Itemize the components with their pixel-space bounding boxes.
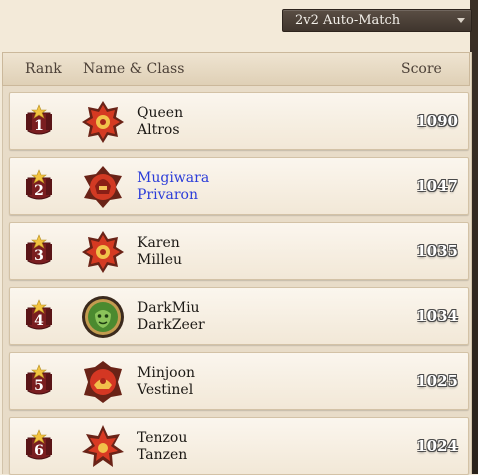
rank-number: 6 — [34, 443, 44, 459]
red-crest-emblem-icon — [84, 361, 122, 403]
player-class: DarkZeer — [137, 317, 205, 333]
rank-badge-icon: 4 — [26, 299, 52, 330]
player-info: Minjoon Vestinel — [137, 365, 195, 399]
player-score: 1035 — [416, 242, 458, 260]
player-score: 1034 — [416, 307, 458, 325]
chevron-down-icon — [457, 18, 465, 23]
player-info: Mugiwara Privaron — [137, 170, 209, 204]
rank-badge-icon: 6 — [26, 429, 52, 460]
player-info: Karen Milleu — [137, 235, 182, 269]
player-info: Queen Altros — [137, 105, 183, 139]
red-sun-emblem-icon — [82, 101, 124, 143]
player-name: Karen — [137, 235, 180, 251]
player-score: 1025 — [416, 372, 458, 390]
rank-badge-icon: 3 — [26, 234, 52, 265]
player-name: Tenzou — [137, 430, 188, 446]
rank-number: 5 — [34, 378, 44, 394]
player-score: 1090 — [416, 112, 458, 130]
player-name: Minjoon — [137, 365, 196, 381]
name-class-column-header: Name & Class — [83, 61, 185, 77]
rank-number: 2 — [34, 183, 44, 199]
green-face-emblem-icon — [82, 296, 124, 338]
score-column-header: Score — [401, 61, 442, 77]
rank-number: 3 — [34, 248, 44, 264]
red-star-emblem-icon — [82, 425, 124, 467]
player-name: Queen — [137, 105, 184, 121]
player-class: Tanzen — [137, 447, 188, 463]
ranking-row[interactable]: 4 DarkMiu DarkZeer 1034 — [9, 287, 469, 345]
ranking-row[interactable]: 3 Karen Milleu 1035 — [9, 222, 469, 280]
ranking-row[interactable]: 1 Queen Altros 1090 — [9, 92, 469, 150]
player-score: 1047 — [416, 177, 458, 195]
player-class: Altros — [137, 122, 180, 138]
rank-badge-icon: 5 — [26, 364, 52, 395]
player-score: 1024 — [416, 437, 458, 455]
match-mode-label: 2v2 Auto-Match — [295, 13, 401, 28]
player-class: Milleu — [137, 252, 183, 268]
ranking-row[interactable]: 5 Minjoon Vestinel 1025 — [9, 352, 469, 410]
player-class: Privaron — [137, 187, 198, 203]
ranking-header: Rank Name & Class Score — [2, 52, 470, 86]
player-info: Tenzou Tanzen — [137, 430, 187, 464]
player-info: DarkMiu DarkZeer — [137, 300, 205, 334]
rank-number: 4 — [34, 313, 44, 329]
rank-badge-icon: 1 — [26, 104, 52, 135]
red-warrior-emblem-icon — [84, 166, 122, 208]
red-sun-emblem-icon — [82, 231, 124, 273]
player-name: Mugiwara — [137, 170, 210, 186]
player-name: DarkMiu — [137, 300, 200, 316]
ranking-row[interactable]: 6 Tenzou Tanzen 1024 — [9, 417, 469, 475]
match-mode-dropdown[interactable]: 2v2 Auto-Match — [282, 9, 472, 32]
rank-badge-icon: 2 — [26, 169, 52, 200]
rank-number: 1 — [34, 118, 44, 134]
player-class: Vestinel — [137, 382, 194, 398]
ranking-row[interactable]: 2 Mugiwara Privaron 1047 — [9, 157, 469, 215]
rank-column-header: Rank — [25, 61, 62, 77]
